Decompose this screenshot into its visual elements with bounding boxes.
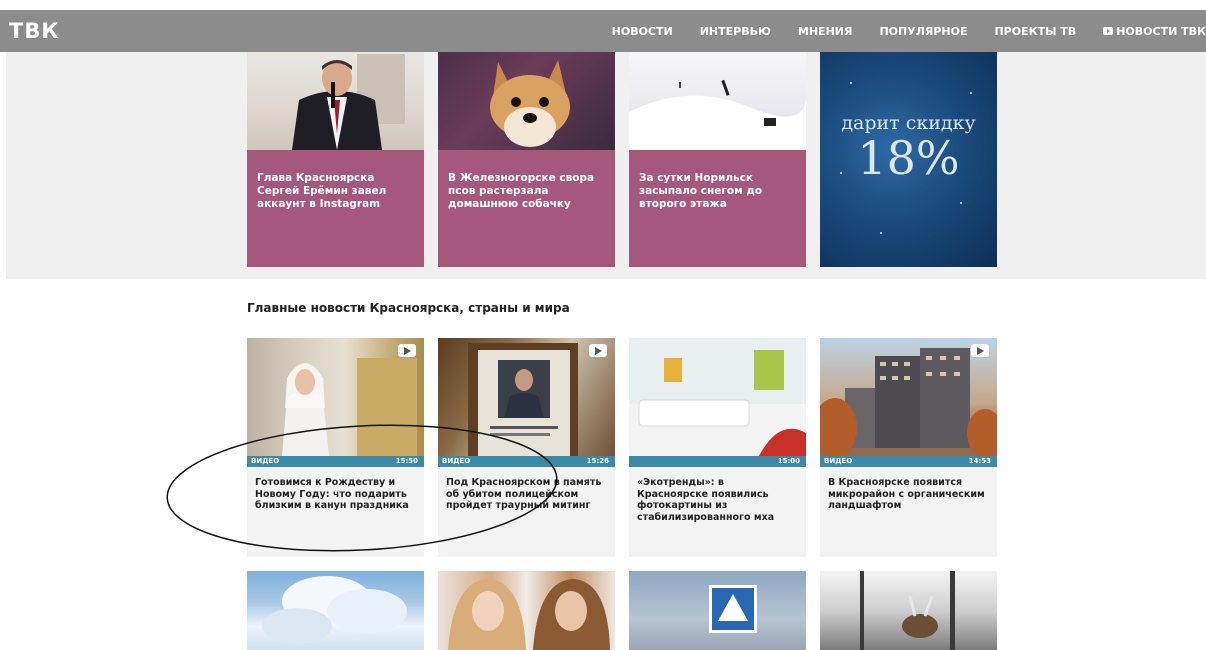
top-news-card[interactable]: Глава Красноярска Сергей Ерёмин завел ак…: [247, 52, 424, 267]
advertisement-banner[interactable]: дарит скидку 18%: [820, 52, 997, 267]
site-logo[interactable]: ТВК: [9, 19, 60, 43]
news-photo: [629, 338, 806, 456]
nav-item-news[interactable]: НОВОСТИ: [612, 25, 673, 38]
main-nav: НОВОСТИ ИНТЕРВЬЮ МНЕНИЯ ПОПУЛЯРНОЕ ПРОЕК…: [585, 10, 1206, 52]
news-time: 14:53: [968, 457, 991, 465]
news-title: В Красноярске появится микрорайон с орга…: [828, 477, 985, 511]
news-photo: [820, 338, 997, 456]
news-card[interactable]: [438, 571, 615, 650]
play-icon: [398, 344, 416, 357]
top-news-title: В Железногорске свора псов растерзала до…: [438, 150, 615, 267]
nav-item-tv-projects[interactable]: ПРОЕКТЫ ТВ: [994, 25, 1076, 38]
news-card[interactable]: [247, 571, 424, 650]
news-photo: [247, 52, 424, 150]
youtube-icon: [1103, 27, 1114, 35]
sparkle-icon: [840, 172, 842, 174]
news-photo: [438, 52, 615, 150]
section-title: Главные новости Красноярска, страны и ми…: [247, 301, 570, 315]
play-icon: [589, 344, 607, 357]
sparkle-icon: [970, 92, 972, 94]
pedestrian-crossing-sign-icon: [709, 585, 757, 633]
news-photo: [629, 52, 806, 150]
nav-item-popular[interactable]: ПОПУЛЯРНОЕ: [879, 25, 967, 38]
annotation-ellipse: [166, 424, 558, 552]
news-card[interactable]: [629, 571, 806, 650]
nav-item-interviews[interactable]: ИНТЕРВЬЮ: [700, 25, 771, 38]
nav-item-opinions[interactable]: МНЕНИЯ: [798, 25, 853, 38]
news-card[interactable]: 15:00 «Экотренды»: в Красноярске появили…: [629, 338, 806, 557]
video-tag: ВИДЕО: [824, 457, 853, 465]
news-card[interactable]: ВИДЕО 14:53 В Красноярске появится микро…: [820, 338, 997, 557]
sparkle-icon: [960, 202, 962, 204]
top-news-card[interactable]: В Железногорске свора псов растерзала до…: [438, 52, 615, 267]
top-news-title: Глава Красноярска Сергей Ерёмин завел ак…: [247, 150, 424, 267]
news-time: 15:26: [586, 457, 609, 465]
top-navigation-bar: ТВК НОВОСТИ ИНТЕРВЬЮ МНЕНИЯ ПОПУЛЯРНОЕ П…: [0, 10, 1206, 52]
news-time: 15:00: [777, 457, 800, 465]
news-card[interactable]: [820, 571, 997, 650]
sparkle-icon: [880, 232, 882, 234]
sparkle-icon: [850, 82, 852, 84]
nav-item-tvk-news[interactable]: НОВОСТИ ТВК: [1103, 25, 1206, 38]
ad-discount: 18%: [857, 131, 960, 185]
news-title: «Экотренды»: в Красноярске появились фот…: [637, 477, 775, 523]
video-strip: ВИДЕО 14:53: [820, 456, 997, 467]
video-strip: 15:00: [629, 456, 806, 467]
top-news-card[interactable]: За сутки Норильск засыпало снегом до вто…: [629, 52, 806, 267]
play-icon: [971, 344, 989, 357]
top-news-title: За сутки Норильск засыпало снегом до вто…: [629, 150, 806, 267]
